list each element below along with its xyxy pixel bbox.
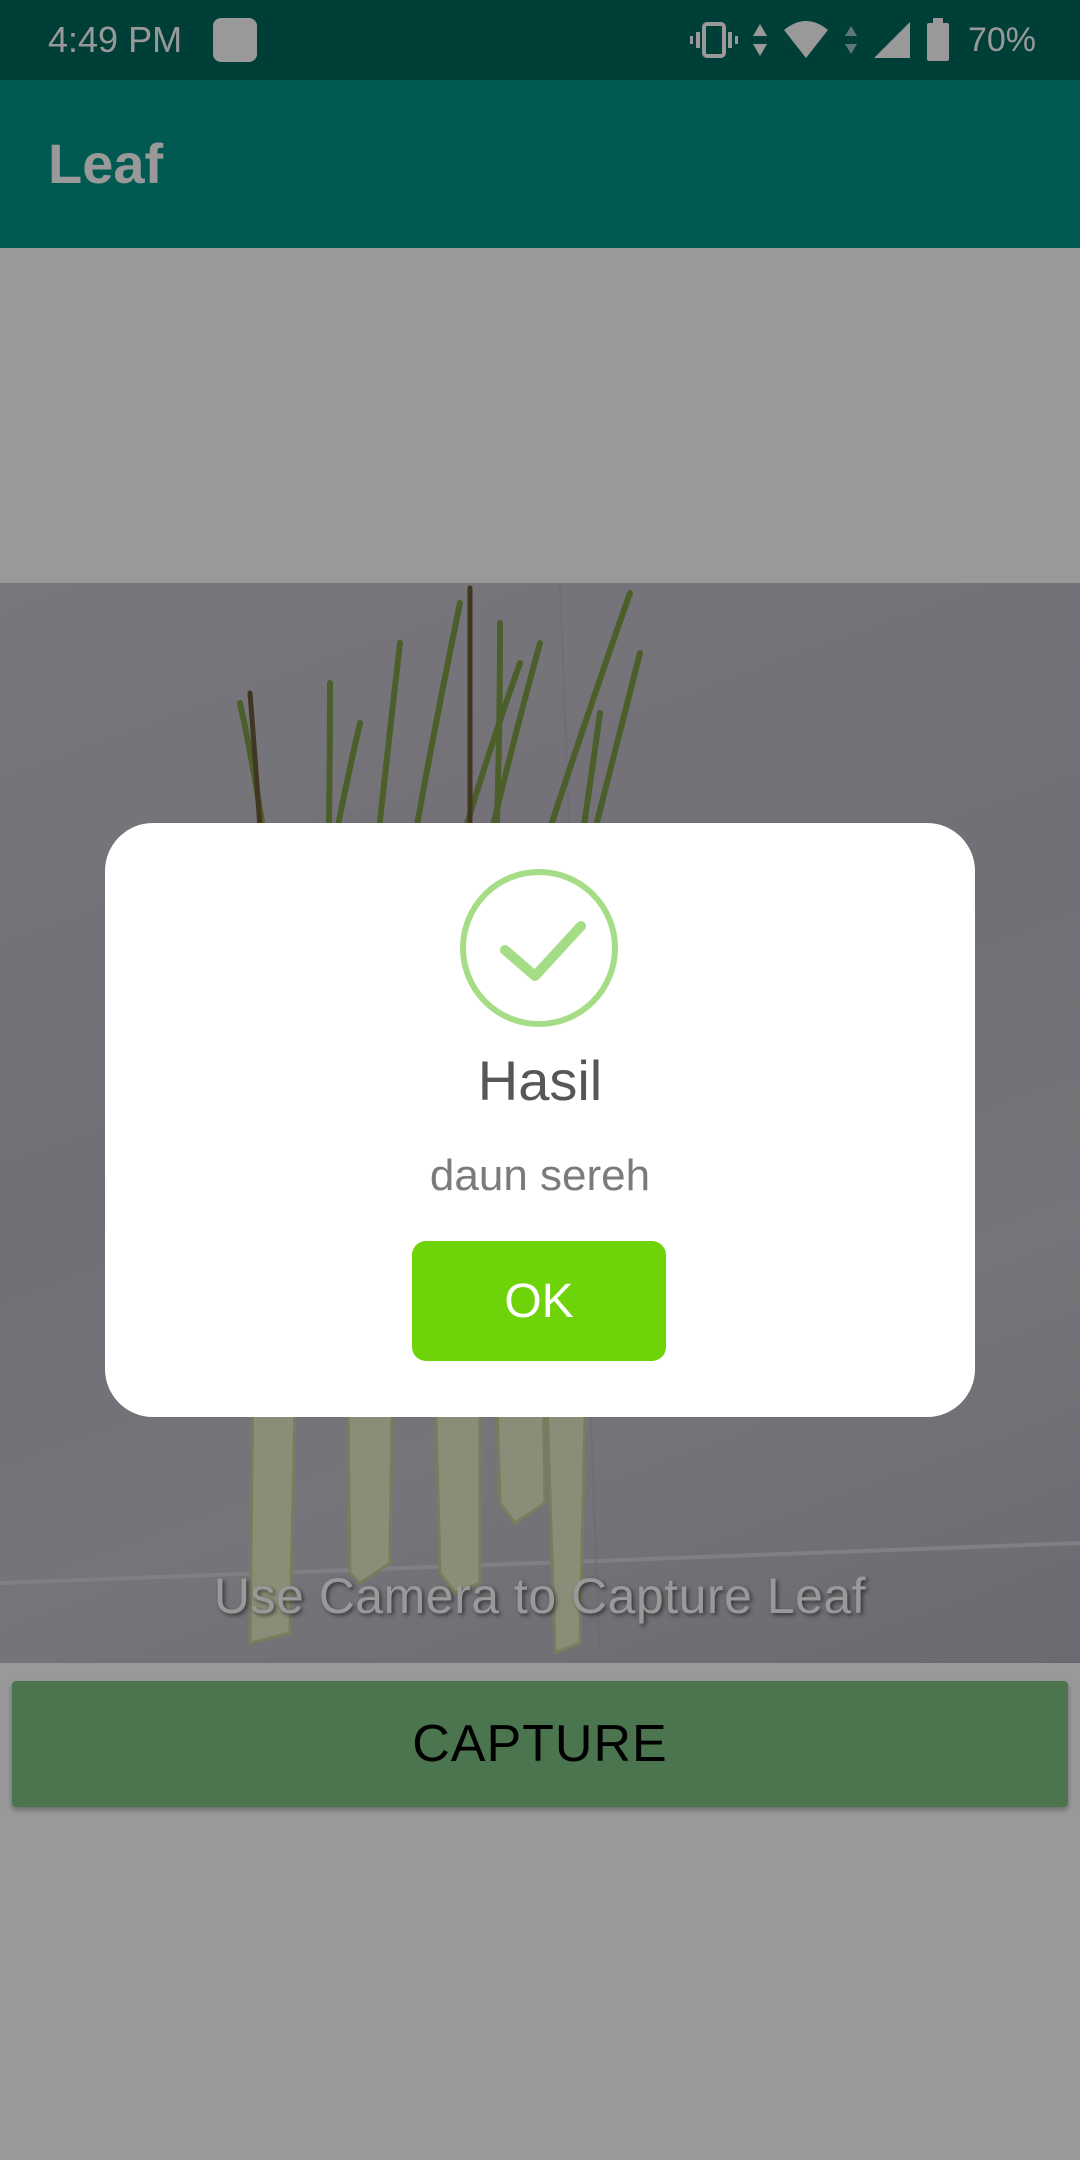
ok-button[interactable]: OK [412, 1241, 666, 1361]
dialog-message: daun sereh [429, 1151, 651, 1200]
result-dialog: Hasil daun sereh OK [105, 823, 975, 1417]
screen: 4:49 PM 70% Leaf Use Camera to Capture L… [0, 0, 1080, 2160]
dialog-title: Hasil [477, 1049, 603, 1112]
checkmark-circle-icon [459, 868, 619, 1028]
